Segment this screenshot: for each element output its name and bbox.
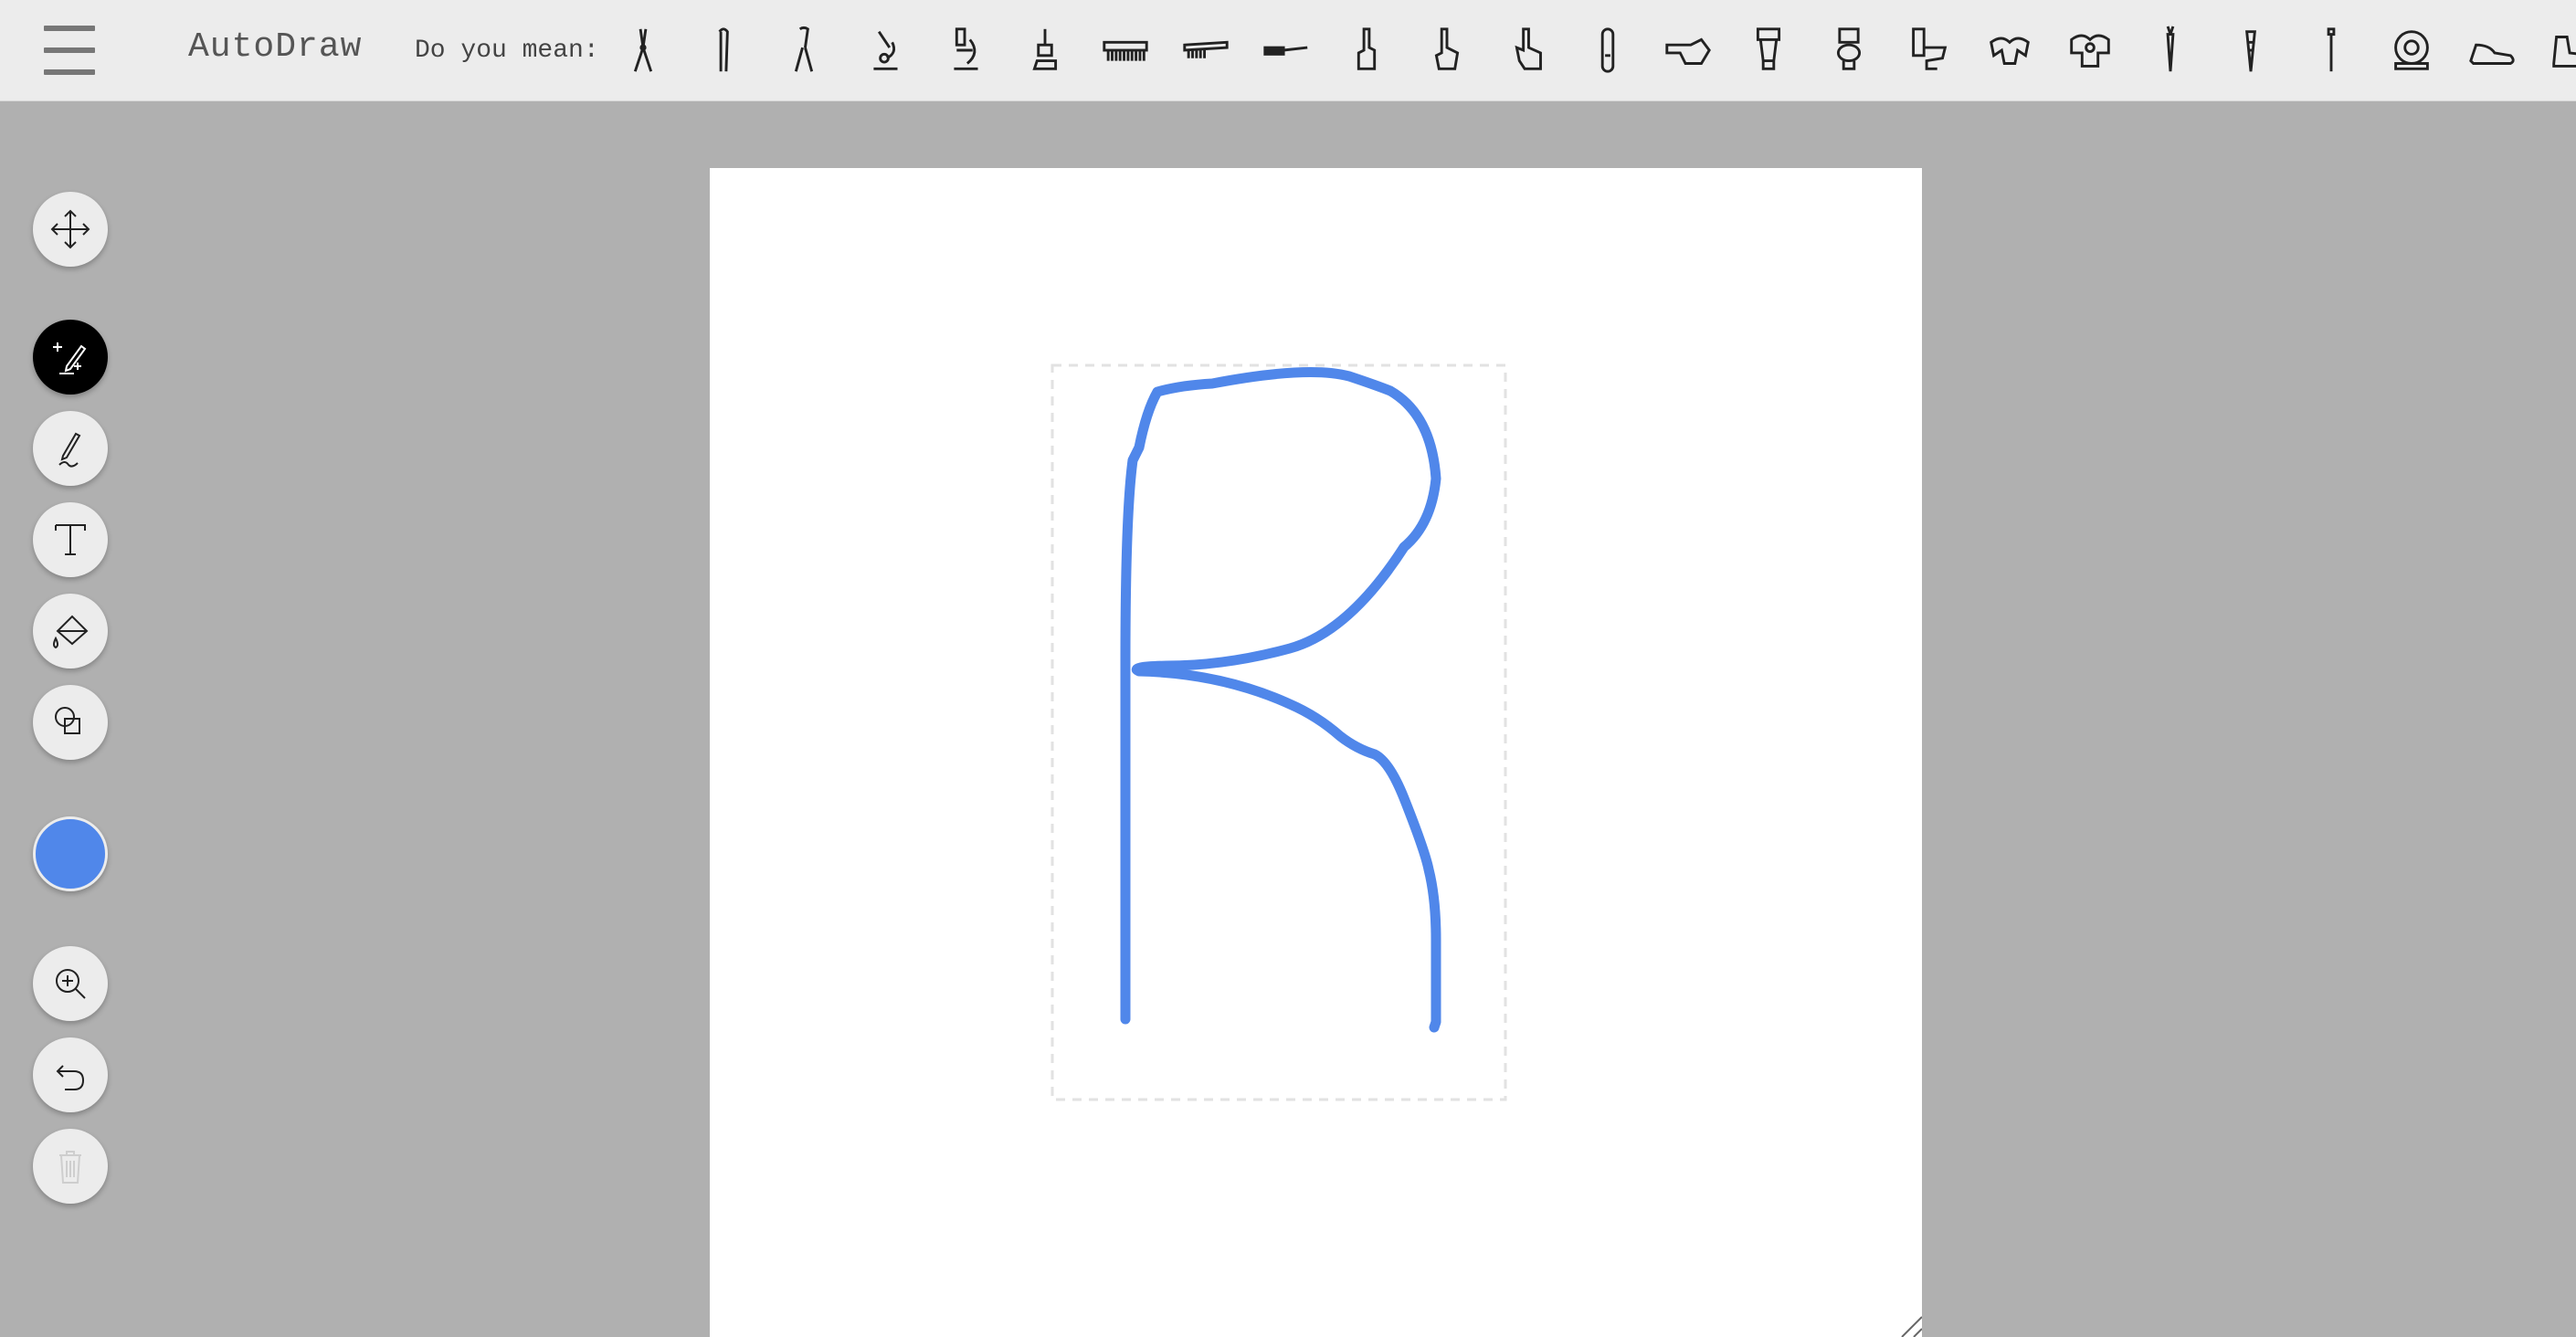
tweezers-icon[interactable] [683, 20, 764, 80]
toilet-icon[interactable] [1728, 20, 1809, 80]
text-tool-button[interactable] [33, 502, 108, 577]
color-picker-button[interactable] [33, 816, 108, 891]
move-tool-button[interactable] [33, 192, 108, 267]
microscope-icon[interactable] [844, 20, 924, 80]
fill-icon [53, 615, 89, 649]
shoulder-pads-icon[interactable] [2050, 20, 2130, 80]
pencil-icon [58, 432, 81, 468]
trash-icon [59, 1151, 81, 1184]
diving-helmet-icon[interactable] [2371, 20, 2452, 80]
shoe-icon[interactable] [2452, 20, 2532, 80]
shoulder-pads-icon[interactable] [1969, 20, 2050, 80]
shape-icon [55, 707, 80, 734]
pointing-hand-icon[interactable] [1407, 20, 1487, 80]
undo-icon [56, 1065, 85, 1090]
letter-r-stroke [1120, 367, 1441, 1033]
suggestions-label: Do you mean: [415, 37, 599, 65]
resize-handle-icon[interactable] [1901, 1316, 1922, 1337]
hamburger-menu-icon[interactable] [44, 26, 95, 75]
autodraw-tool-button[interactable] [33, 320, 108, 395]
pointing-hand-icon[interactable] [1648, 20, 1728, 80]
shoe-icon[interactable] [2532, 20, 2576, 80]
text-icon [55, 524, 86, 555]
comb-icon[interactable] [1166, 20, 1246, 80]
pointing-hand-icon[interactable] [1487, 20, 1568, 80]
shape-tool-button[interactable] [33, 685, 108, 760]
undo-button[interactable] [33, 1037, 108, 1112]
pin-icon[interactable] [2291, 20, 2371, 80]
app-title: AutoDraw [188, 27, 363, 67]
pliers-icon[interactable] [764, 20, 844, 80]
microscope-icon[interactable] [924, 20, 1005, 80]
autodraw-icon [53, 342, 87, 374]
top-bar: AutoDraw Do you mean: [0, 0, 2576, 101]
knife-icon[interactable] [1246, 20, 1326, 80]
comb-icon[interactable] [1085, 20, 1166, 80]
toilet-icon[interactable] [1889, 20, 1969, 80]
drawing-canvas[interactable] [710, 168, 1922, 1337]
delete-button[interactable] [33, 1129, 108, 1204]
finger-icon[interactable] [1326, 20, 1407, 80]
pliers-icon[interactable] [603, 20, 683, 80]
fill-tool-button[interactable] [33, 594, 108, 668]
move-icon [50, 209, 90, 249]
toilet-icon[interactable] [1809, 20, 1889, 80]
drawing-surface [1050, 363, 1922, 1337]
zoom-tool-button[interactable] [33, 946, 108, 1021]
microscope-icon[interactable] [1005, 20, 1085, 80]
suggestions-list [603, 20, 2576, 80]
pencil-tool-button[interactable] [33, 411, 108, 486]
zoom-icon [56, 969, 86, 999]
carrot-icon[interactable] [2130, 20, 2211, 80]
carrot-icon[interactable] [2211, 20, 2291, 80]
finger-icon[interactable] [1568, 20, 1648, 80]
